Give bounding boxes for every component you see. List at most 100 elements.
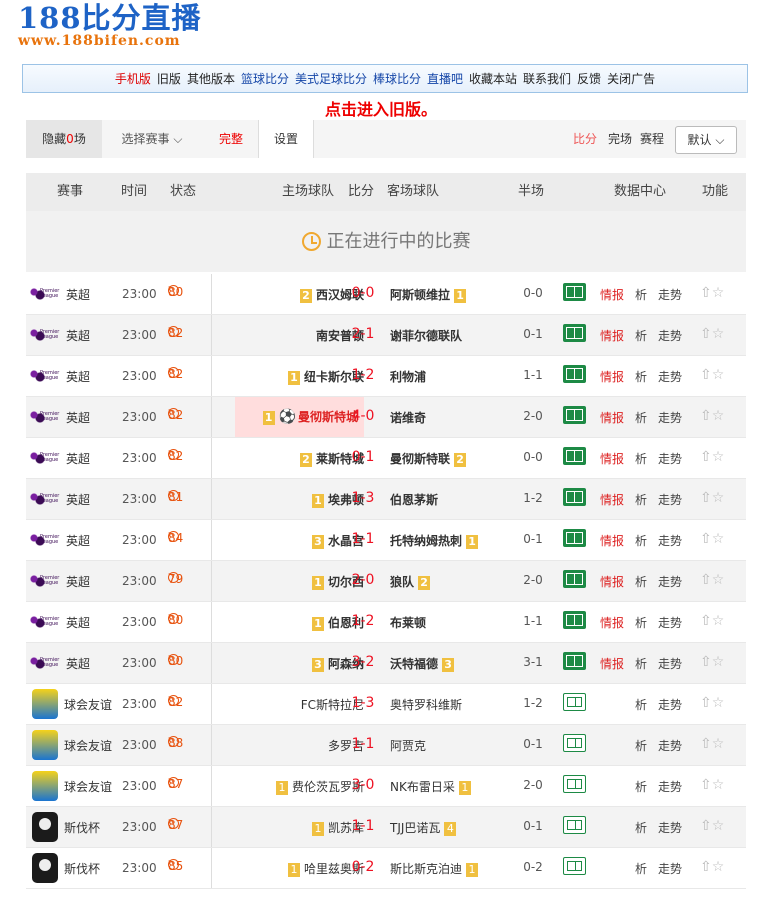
trend-link[interactable]: 走势 bbox=[658, 737, 682, 754]
match-score[interactable]: 1-1 bbox=[348, 531, 378, 547]
away-team[interactable]: 利物浦 bbox=[390, 368, 426, 385]
league-name[interactable]: 英超 bbox=[66, 614, 90, 631]
away-team[interactable]: 托特纳姆热刺 1 bbox=[390, 532, 482, 549]
sort-dropdown[interactable]: 默认 ⌵ bbox=[675, 126, 737, 154]
analysis-link[interactable]: 析 bbox=[635, 696, 647, 713]
pin-top-icon[interactable]: ⇧ bbox=[700, 326, 712, 342]
league-name[interactable]: 球会友谊 bbox=[64, 778, 112, 795]
intel-link[interactable]: 情报 bbox=[600, 614, 624, 631]
match-row[interactable]: 英超23:0080'2西汉姆联0-0阿斯顿维拉10-0情报析走势⇧☆ bbox=[26, 274, 746, 315]
topnav-link[interactable]: 联系我们 bbox=[523, 72, 571, 86]
league-name[interactable]: 斯伐杯 bbox=[64, 819, 100, 836]
select-league-dropdown[interactable]: 选择赛事 ⌵ bbox=[112, 120, 192, 158]
favorite-star-icon[interactable]: ☆ bbox=[712, 490, 725, 506]
tab-score[interactable]: 比分 bbox=[571, 120, 599, 158]
away-team[interactable]: 阿贾克 bbox=[390, 737, 426, 754]
match-score[interactable]: 2-0 bbox=[348, 572, 378, 588]
tab-finished[interactable]: 完场 bbox=[606, 120, 634, 158]
analysis-link[interactable]: 析 bbox=[635, 573, 647, 590]
old-version-link[interactable]: 点击进入旧版。 bbox=[0, 96, 762, 120]
match-score[interactable]: 0-1 bbox=[348, 449, 378, 465]
settings-button[interactable]: 设置 bbox=[258, 120, 314, 158]
trend-link[interactable]: 走势 bbox=[658, 778, 682, 795]
favorite-star-icon[interactable]: ☆ bbox=[712, 654, 725, 670]
away-team[interactable]: 诺维奇 bbox=[390, 409, 426, 426]
full-view-button[interactable]: 完整 bbox=[206, 120, 256, 158]
pitch-icon[interactable] bbox=[563, 365, 586, 383]
pin-top-icon[interactable]: ⇧ bbox=[700, 408, 712, 424]
league-name[interactable]: 英超 bbox=[66, 368, 90, 385]
topnav-link[interactable]: 美式足球比分 bbox=[295, 72, 367, 86]
topnav-link[interactable]: 篮球比分 bbox=[241, 72, 289, 86]
analysis-link[interactable]: 析 bbox=[635, 409, 647, 426]
pitch-icon[interactable] bbox=[563, 529, 586, 547]
favorite-star-icon[interactable]: ☆ bbox=[712, 531, 725, 547]
league-name[interactable]: 英超 bbox=[66, 573, 90, 590]
tab-schedule[interactable]: 赛程 bbox=[638, 120, 666, 158]
analysis-link[interactable]: 析 bbox=[635, 737, 647, 754]
analysis-link[interactable]: 析 bbox=[635, 450, 647, 467]
favorite-star-icon[interactable]: ☆ bbox=[712, 859, 725, 875]
league-name[interactable]: 英超 bbox=[66, 532, 90, 549]
away-team[interactable]: 曼彻斯特联 2 bbox=[390, 450, 470, 467]
trend-link[interactable]: 走势 bbox=[658, 286, 682, 303]
league-name[interactable]: 斯伐杯 bbox=[64, 860, 100, 877]
trend-link[interactable]: 走势 bbox=[658, 696, 682, 713]
match-row[interactable]: 英超23:0082'1纽卡斯尔联1-2利物浦1-1情报析走势⇧☆ bbox=[26, 356, 746, 397]
match-row[interactable]: 球会友谊 23:00 82 ' FC斯特拉尼 1-3 奥特罗科维斯 1-2 析走势 ⇧☆ bbox=[26, 684, 746, 725]
pin-top-icon[interactable]: ⇧ bbox=[700, 777, 712, 793]
match-score[interactable]: 2-1 bbox=[348, 326, 378, 342]
analysis-link[interactable]: 析 bbox=[635, 819, 647, 836]
pin-top-icon[interactable]: ⇧ bbox=[700, 285, 712, 301]
favorite-star-icon[interactable]: ☆ bbox=[712, 367, 725, 383]
trend-link[interactable]: 走势 bbox=[658, 860, 682, 877]
favorite-star-icon[interactable]: ☆ bbox=[712, 777, 725, 793]
pin-top-icon[interactable]: ⇧ bbox=[700, 613, 712, 629]
pitch-icon[interactable] bbox=[563, 652, 586, 670]
trend-link[interactable]: 走势 bbox=[658, 491, 682, 508]
pitch-icon[interactable] bbox=[563, 611, 586, 629]
trend-link[interactable]: 走势 bbox=[658, 327, 682, 344]
pitch-icon[interactable] bbox=[563, 447, 586, 465]
analysis-link[interactable]: 析 bbox=[635, 532, 647, 549]
pitch-icon[interactable] bbox=[563, 816, 586, 834]
league-name[interactable]: 球会友谊 bbox=[64, 737, 112, 754]
pin-top-icon[interactable]: ⇧ bbox=[700, 695, 712, 711]
match-row[interactable]: 英超23:0079'1切尔西2-0狼队22-0情报析走势⇧☆ bbox=[26, 561, 746, 602]
match-score[interactable]: 1-2 bbox=[348, 613, 378, 629]
intel-link[interactable]: 情报 bbox=[600, 573, 624, 590]
analysis-link[interactable]: 析 bbox=[635, 614, 647, 631]
pitch-icon[interactable] bbox=[563, 857, 586, 875]
match-score[interactable]: 1-2 bbox=[348, 367, 378, 383]
match-score[interactable]: 3-2 bbox=[348, 654, 378, 670]
favorite-star-icon[interactable]: ☆ bbox=[712, 736, 725, 752]
league-name[interactable]: 英超 bbox=[66, 286, 90, 303]
analysis-link[interactable]: 析 bbox=[635, 368, 647, 385]
analysis-link[interactable]: 析 bbox=[635, 286, 647, 303]
match-score[interactable]: 1-3 bbox=[348, 490, 378, 506]
intel-link[interactable]: 情报 bbox=[600, 450, 624, 467]
league-name[interactable]: 英超 bbox=[66, 491, 90, 508]
pin-top-icon[interactable]: ⇧ bbox=[700, 449, 712, 465]
topnav-link[interactable]: 直播吧 bbox=[427, 72, 463, 86]
favorite-star-icon[interactable]: ☆ bbox=[712, 285, 725, 301]
trend-link[interactable]: 走势 bbox=[658, 409, 682, 426]
intel-link[interactable]: 情报 bbox=[600, 491, 624, 508]
pitch-icon[interactable] bbox=[563, 324, 586, 342]
match-score[interactable]: 3-0 bbox=[348, 777, 378, 793]
intel-link[interactable]: 情报 bbox=[600, 368, 624, 385]
intel-link[interactable]: 情报 bbox=[600, 532, 624, 549]
site-logo[interactable]: 188比分直播 www.188bifen.com bbox=[18, 2, 218, 58]
pitch-icon[interactable] bbox=[563, 488, 586, 506]
match-score[interactable]: 1-1 bbox=[348, 818, 378, 834]
pitch-icon[interactable] bbox=[563, 734, 586, 752]
away-team[interactable]: 奥特罗科维斯 bbox=[390, 696, 462, 713]
analysis-link[interactable]: 析 bbox=[635, 778, 647, 795]
away-team[interactable]: NK布雷日采 1 bbox=[390, 778, 475, 795]
intel-link[interactable]: 情报 bbox=[600, 286, 624, 303]
pin-top-icon[interactable]: ⇧ bbox=[700, 654, 712, 670]
analysis-link[interactable]: 析 bbox=[635, 491, 647, 508]
match-row[interactable]: 英超23:0084'3水晶宫1-1托特纳姆热刺10-1情报析走势⇧☆ bbox=[26, 520, 746, 561]
pin-top-icon[interactable]: ⇧ bbox=[700, 859, 712, 875]
league-name[interactable]: 球会友谊 bbox=[64, 696, 112, 713]
